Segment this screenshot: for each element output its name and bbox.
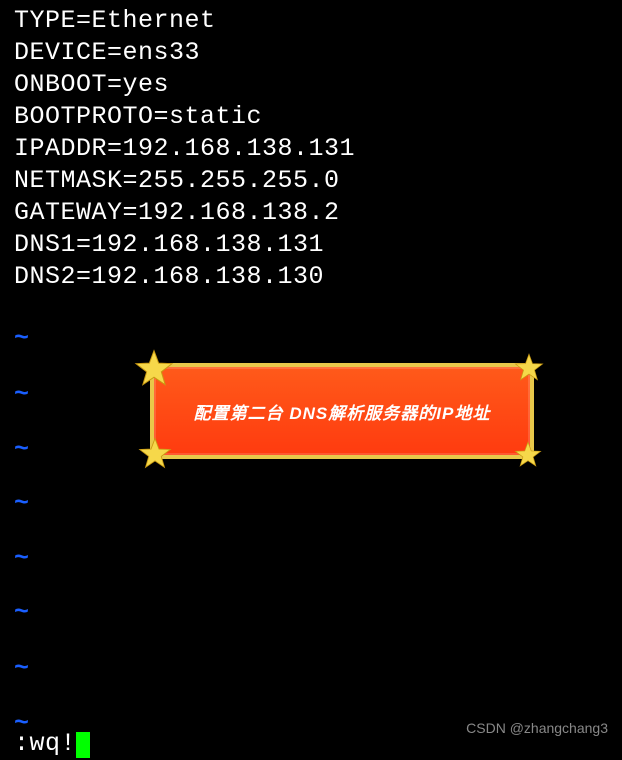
annotation-callout: 配置第二台 DNS解析服务器的IP地址 [150, 363, 534, 459]
vim-tilde: ~ [14, 544, 29, 573]
star-icon [134, 349, 174, 389]
vim-command-text: :wq! [14, 729, 76, 758]
star-icon [514, 441, 542, 469]
terminal-screen: TYPE=Ethernet DEVICE=ens33 ONBOOT=yes BO… [0, 0, 622, 760]
vim-tilde: ~ [14, 324, 29, 353]
star-icon [514, 353, 544, 383]
vim-command-line[interactable]: :wq! [14, 729, 90, 758]
config-line: DNS2=192.168.138.130 [14, 262, 324, 291]
config-line: IPADDR=192.168.138.131 [14, 134, 355, 163]
config-line: ONBOOT=yes [14, 70, 169, 99]
config-line: DNS1=192.168.138.131 [14, 230, 324, 259]
config-line: GATEWAY=192.168.138.2 [14, 198, 340, 227]
vim-tilde: ~ [14, 380, 29, 409]
cursor-icon [76, 732, 90, 758]
config-line: NETMASK=255.255.255.0 [14, 166, 340, 195]
vim-tilde: ~ [14, 598, 29, 627]
vim-tilde: ~ [14, 435, 29, 464]
star-icon [138, 437, 172, 471]
config-line: BOOTPROTO=static [14, 102, 262, 131]
config-line: DEVICE=ens33 [14, 38, 200, 67]
annotation-text: 配置第二台 DNS解析服务器的IP地址 [194, 399, 491, 424]
vim-tilde: ~ [14, 489, 29, 518]
watermark-text: CSDN @zhangchang3 [466, 720, 608, 736]
config-line: TYPE=Ethernet [14, 6, 216, 35]
vim-tilde: ~ [14, 654, 29, 683]
